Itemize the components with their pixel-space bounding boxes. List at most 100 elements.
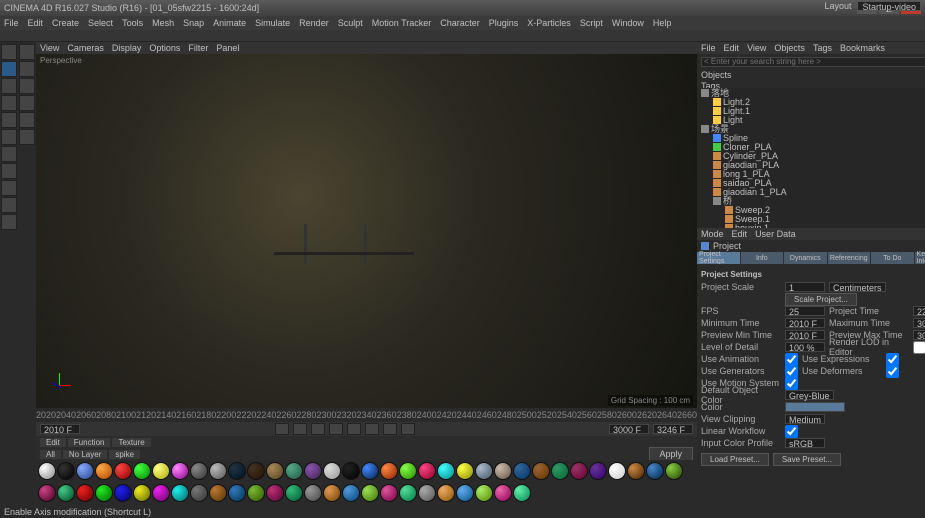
material-ball[interactable] (323, 484, 341, 502)
render-lod-checkbox[interactable] (913, 341, 925, 354)
attr-menu-mode[interactable]: Mode (701, 229, 724, 239)
material-ball[interactable] (228, 462, 246, 480)
attr-menu-user-data[interactable]: User Data (755, 229, 796, 239)
menu-select[interactable]: Select (88, 18, 113, 28)
panel-menu-edit[interactable]: Edit (724, 43, 740, 53)
tab-function[interactable]: Function (68, 438, 111, 447)
material-ball[interactable] (532, 462, 550, 480)
material-ball[interactable] (399, 462, 417, 480)
layer-tab-1[interactable]: No Layer (63, 450, 107, 459)
tree-item[interactable]: 桥 (697, 196, 925, 205)
view-clip-select[interactable]: Medium (785, 414, 825, 424)
material-ball[interactable] (76, 462, 94, 480)
load-preset-button[interactable]: Load Preset... (701, 453, 769, 466)
next-key-button[interactable] (383, 423, 397, 435)
tool-7[interactable] (1, 146, 17, 162)
timeline-ruler[interactable]: 2020204020602080210021202140216021802200… (36, 408, 697, 422)
material-ball[interactable] (456, 484, 474, 502)
menu-window[interactable]: Window (612, 18, 644, 28)
project-scale-input[interactable]: 1 (785, 282, 825, 292)
material-ball[interactable] (551, 462, 569, 480)
material-ball[interactable] (304, 484, 322, 502)
tool-10[interactable] (1, 197, 17, 213)
material-ball[interactable] (437, 462, 455, 480)
material-ball[interactable] (209, 462, 227, 480)
panel-menu-bookmarks[interactable]: Bookmarks (840, 43, 885, 53)
material-ball[interactable] (285, 484, 303, 502)
material-ball[interactable] (646, 462, 664, 480)
material-ball[interactable] (247, 462, 265, 480)
menu-simulate[interactable]: Simulate (255, 18, 290, 28)
vp-menu-display[interactable]: Display (112, 43, 142, 53)
timeline-end[interactable]: 3000 F (609, 424, 649, 434)
goto-start-button[interactable] (275, 423, 289, 435)
material-ball[interactable] (171, 484, 189, 502)
use-deformers-checkbox[interactable] (886, 365, 899, 378)
menu-character[interactable]: Character (440, 18, 480, 28)
preview-min-input[interactable]: 2010 F (785, 330, 825, 340)
material-ball[interactable] (665, 462, 683, 480)
scale-project-button[interactable]: Scale Project... (785, 293, 857, 306)
material-ball[interactable] (133, 462, 151, 480)
material-ball[interactable] (152, 462, 170, 480)
attr-tab-project-settings[interactable]: Project Settings (697, 252, 740, 264)
layout-dropdown[interactable]: Startup-video (857, 1, 921, 11)
tree-item[interactable]: Light (697, 115, 925, 124)
tool-9[interactable] (1, 180, 17, 196)
material-ball[interactable] (475, 484, 493, 502)
search-input[interactable] (701, 57, 925, 67)
material-ball[interactable] (323, 462, 341, 480)
menu-file[interactable]: File (4, 18, 19, 28)
attr-tab-key-interpolation[interactable]: Key Interpolation (915, 252, 925, 264)
layer-tab-0[interactable]: All (40, 450, 61, 459)
vp-menu-view[interactable]: View (40, 43, 59, 53)
panel-menu-objects[interactable]: Objects (774, 43, 805, 53)
material-ball[interactable] (114, 484, 132, 502)
tool-8[interactable] (1, 163, 17, 179)
live-select-tool[interactable] (1, 44, 17, 60)
texture-mode[interactable] (19, 61, 35, 77)
material-ball[interactable] (456, 462, 474, 480)
material-ball[interactable] (76, 484, 94, 502)
vp-menu-panel[interactable]: Panel (216, 43, 239, 53)
model-mode[interactable] (19, 44, 35, 60)
prev-frame-button[interactable] (311, 423, 325, 435)
save-preset-button[interactable]: Save Preset... (773, 453, 841, 466)
layer-tab-2[interactable]: spike (109, 450, 140, 459)
material-ball[interactable] (342, 462, 360, 480)
fps-input[interactable]: 25 (785, 306, 825, 316)
tool-11[interactable] (1, 214, 17, 230)
apply-button[interactable]: Apply (649, 447, 694, 461)
play-forward-button[interactable] (347, 423, 361, 435)
goto-end-button[interactable] (401, 423, 415, 435)
material-ball[interactable] (266, 462, 284, 480)
material-ball[interactable] (133, 484, 151, 502)
edge-mode[interactable] (19, 95, 35, 111)
lod-input[interactable]: 100 % (785, 342, 825, 352)
menu-snap[interactable]: Snap (183, 18, 204, 28)
tool-5[interactable] (1, 112, 17, 128)
tree-item[interactable]: Sweep.1 (697, 214, 925, 223)
menu-mesh[interactable]: Mesh (152, 18, 174, 28)
material-ball[interactable] (418, 484, 436, 502)
material-ball[interactable] (266, 484, 284, 502)
menu-x-particles[interactable]: X-Particles (527, 18, 571, 28)
material-ball[interactable] (361, 484, 379, 502)
next-frame-button[interactable] (365, 423, 379, 435)
material-ball[interactable] (38, 462, 56, 480)
menu-render[interactable]: Render (299, 18, 329, 28)
menu-plugins[interactable]: Plugins (489, 18, 519, 28)
material-ball[interactable] (399, 484, 417, 502)
material-ball[interactable] (190, 484, 208, 502)
panel-menu-view[interactable]: View (747, 43, 766, 53)
material-ball[interactable] (437, 484, 455, 502)
attr-tab-info[interactable]: Info (741, 252, 784, 264)
obj-color-select[interactable]: Grey-Blue (785, 390, 834, 400)
menu-edit[interactable]: Edit (28, 18, 44, 28)
project-scale-unit[interactable]: Centimeters (829, 282, 886, 292)
material-ball[interactable] (171, 462, 189, 480)
material-ball[interactable] (285, 462, 303, 480)
use-motion-checkbox[interactable] (785, 377, 798, 390)
viewport[interactable]: Perspective Grid Spacing : 100 cm (36, 54, 697, 408)
attr-tab-dynamics[interactable]: Dynamics (784, 252, 827, 264)
